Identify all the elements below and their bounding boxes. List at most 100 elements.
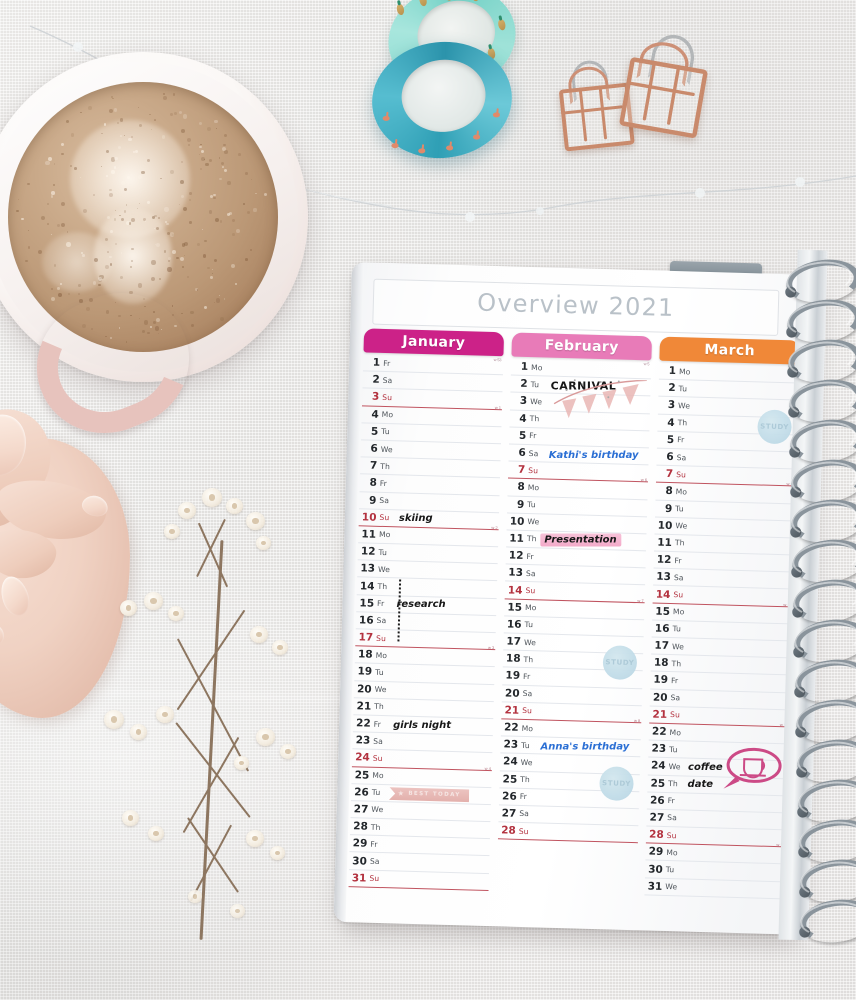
coffee-bubble xyxy=(38,250,43,255)
day-of-week: Tu xyxy=(381,427,390,437)
day-number: 18 xyxy=(653,656,669,670)
coffee-bubble xyxy=(172,93,176,96)
day-of-week: Su xyxy=(666,830,677,840)
day-number: 26 xyxy=(501,790,517,803)
coffee-bubble xyxy=(213,196,216,200)
coffee-bubble xyxy=(196,289,199,291)
day-of-week: Tu xyxy=(527,500,536,510)
day-number: 28 xyxy=(648,828,664,842)
coffee-bubble xyxy=(199,121,203,125)
coffee-bubble xyxy=(199,145,202,149)
month-name: March xyxy=(704,341,756,360)
spiral-binding xyxy=(778,249,856,947)
day-number: 19 xyxy=(505,669,521,683)
month-name: January xyxy=(402,333,466,352)
day-number: 6 xyxy=(518,446,526,459)
day-number: 15 xyxy=(507,601,523,614)
day-of-week: Th xyxy=(671,658,682,669)
coffee-bubble xyxy=(164,207,169,212)
day-of-week: Su xyxy=(676,469,687,480)
day-of-week: Fr xyxy=(522,671,531,682)
coffee-bubble xyxy=(78,283,81,287)
coffee-bubble xyxy=(223,133,228,138)
day-of-week: Th xyxy=(677,418,688,428)
day-entry[interactable]: research xyxy=(396,599,445,610)
coffee-bubble xyxy=(128,137,132,142)
day-of-week: Mo xyxy=(672,607,685,617)
coffee-bubble xyxy=(109,108,114,114)
day-entry[interactable]: Presentation xyxy=(540,533,622,547)
coffee-bubble xyxy=(61,152,64,155)
coffee-bubble xyxy=(56,223,60,228)
coffee-bubble xyxy=(151,260,156,265)
day-number: 3 xyxy=(371,391,380,404)
coffee-bubble xyxy=(148,113,151,116)
day-entry[interactable]: skiing xyxy=(399,513,433,524)
coffee-bubble xyxy=(250,249,253,252)
coffee-bubble xyxy=(50,296,55,301)
day-row[interactable]: 28 Su xyxy=(497,822,639,844)
coffee-bubble xyxy=(50,233,53,236)
title-box: Overview 2021 xyxy=(372,278,780,336)
coffee-bubble xyxy=(181,312,183,315)
day-of-week: Tu xyxy=(521,740,530,750)
day-of-week: Sa xyxy=(670,693,681,703)
coffee-bubble xyxy=(214,119,218,124)
day-of-week: Sa xyxy=(667,813,678,823)
coffee-bubble xyxy=(109,255,112,259)
day-of-week: Su xyxy=(379,513,390,523)
month-header-january[interactable]: January xyxy=(363,328,505,357)
coffee-bubble xyxy=(56,286,60,290)
day-number: 1 xyxy=(668,364,677,378)
day-number: 17 xyxy=(654,639,670,653)
coffee-bubble xyxy=(52,183,55,186)
coffee-bubble xyxy=(60,142,64,146)
day-of-week: Fr xyxy=(674,555,682,565)
coffee-bubble xyxy=(182,266,185,269)
coffee-bubble xyxy=(214,258,218,262)
coffee-bubble xyxy=(181,128,185,133)
coffee-bubble xyxy=(41,216,46,221)
flat-lay-scene: Overview 2021 January w 53 1 Fr 2 Sa 3 Su w 1 4 Mo… xyxy=(0,0,856,1000)
coffee-bubble xyxy=(229,211,233,215)
day-number: 20 xyxy=(504,687,520,700)
coffee-bubble xyxy=(198,154,200,156)
day-number: 7 xyxy=(665,468,674,481)
day-entry[interactable]: Anna's birthday xyxy=(541,741,630,752)
day-rows: 1 Mo 2 Tu CARNIVAL 3 We 4 Th 5 Fr 6 Sa Kathi's birthd… xyxy=(497,358,652,844)
day-number: 3 xyxy=(519,395,528,408)
coffee-bubble xyxy=(183,207,188,212)
coffee-bubble xyxy=(187,275,190,278)
day-number: 24 xyxy=(650,759,666,773)
coffee-bubble xyxy=(105,265,109,270)
coffee-bubble xyxy=(123,134,125,136)
day-number: 26 xyxy=(649,794,665,807)
planner-notebook[interactable]: Overview 2021 January w 53 1 Fr 2 Sa 3 Su w 1 4 Mo… xyxy=(333,260,856,946)
coffee-bubble xyxy=(201,157,205,161)
day-number: 7 xyxy=(517,463,526,477)
day-number: 5 xyxy=(370,425,379,438)
day-entry[interactable]: Kathi's birthday xyxy=(549,449,639,460)
month-header-february[interactable]: February xyxy=(511,332,653,361)
day-of-week: Su xyxy=(525,586,536,596)
day-of-week: Fr xyxy=(670,676,679,686)
coffee-bubble xyxy=(201,150,205,154)
day-entry[interactable]: girls night xyxy=(393,720,451,731)
day-entry[interactable]: coffee xyxy=(688,762,723,773)
day-entry[interactable]: date xyxy=(688,779,713,790)
coffee-bubble xyxy=(166,222,170,226)
day-of-week: Mo xyxy=(381,410,394,420)
coffee-bubble xyxy=(98,283,101,286)
day-of-week: Sa xyxy=(379,495,390,506)
day-row[interactable]: 31 We xyxy=(644,878,785,900)
day-number: 16 xyxy=(506,618,522,631)
month-header-march[interactable]: March xyxy=(659,336,800,365)
day-of-week: Sa xyxy=(528,448,539,458)
coffee-bubble xyxy=(109,262,113,266)
coffee-bubble xyxy=(210,276,213,280)
coffee-bubble xyxy=(155,242,161,247)
coffee-bubble xyxy=(138,283,143,288)
coffee-bubble xyxy=(220,161,225,166)
day-number: 30 xyxy=(647,863,663,876)
coffee-bubble xyxy=(203,254,207,258)
